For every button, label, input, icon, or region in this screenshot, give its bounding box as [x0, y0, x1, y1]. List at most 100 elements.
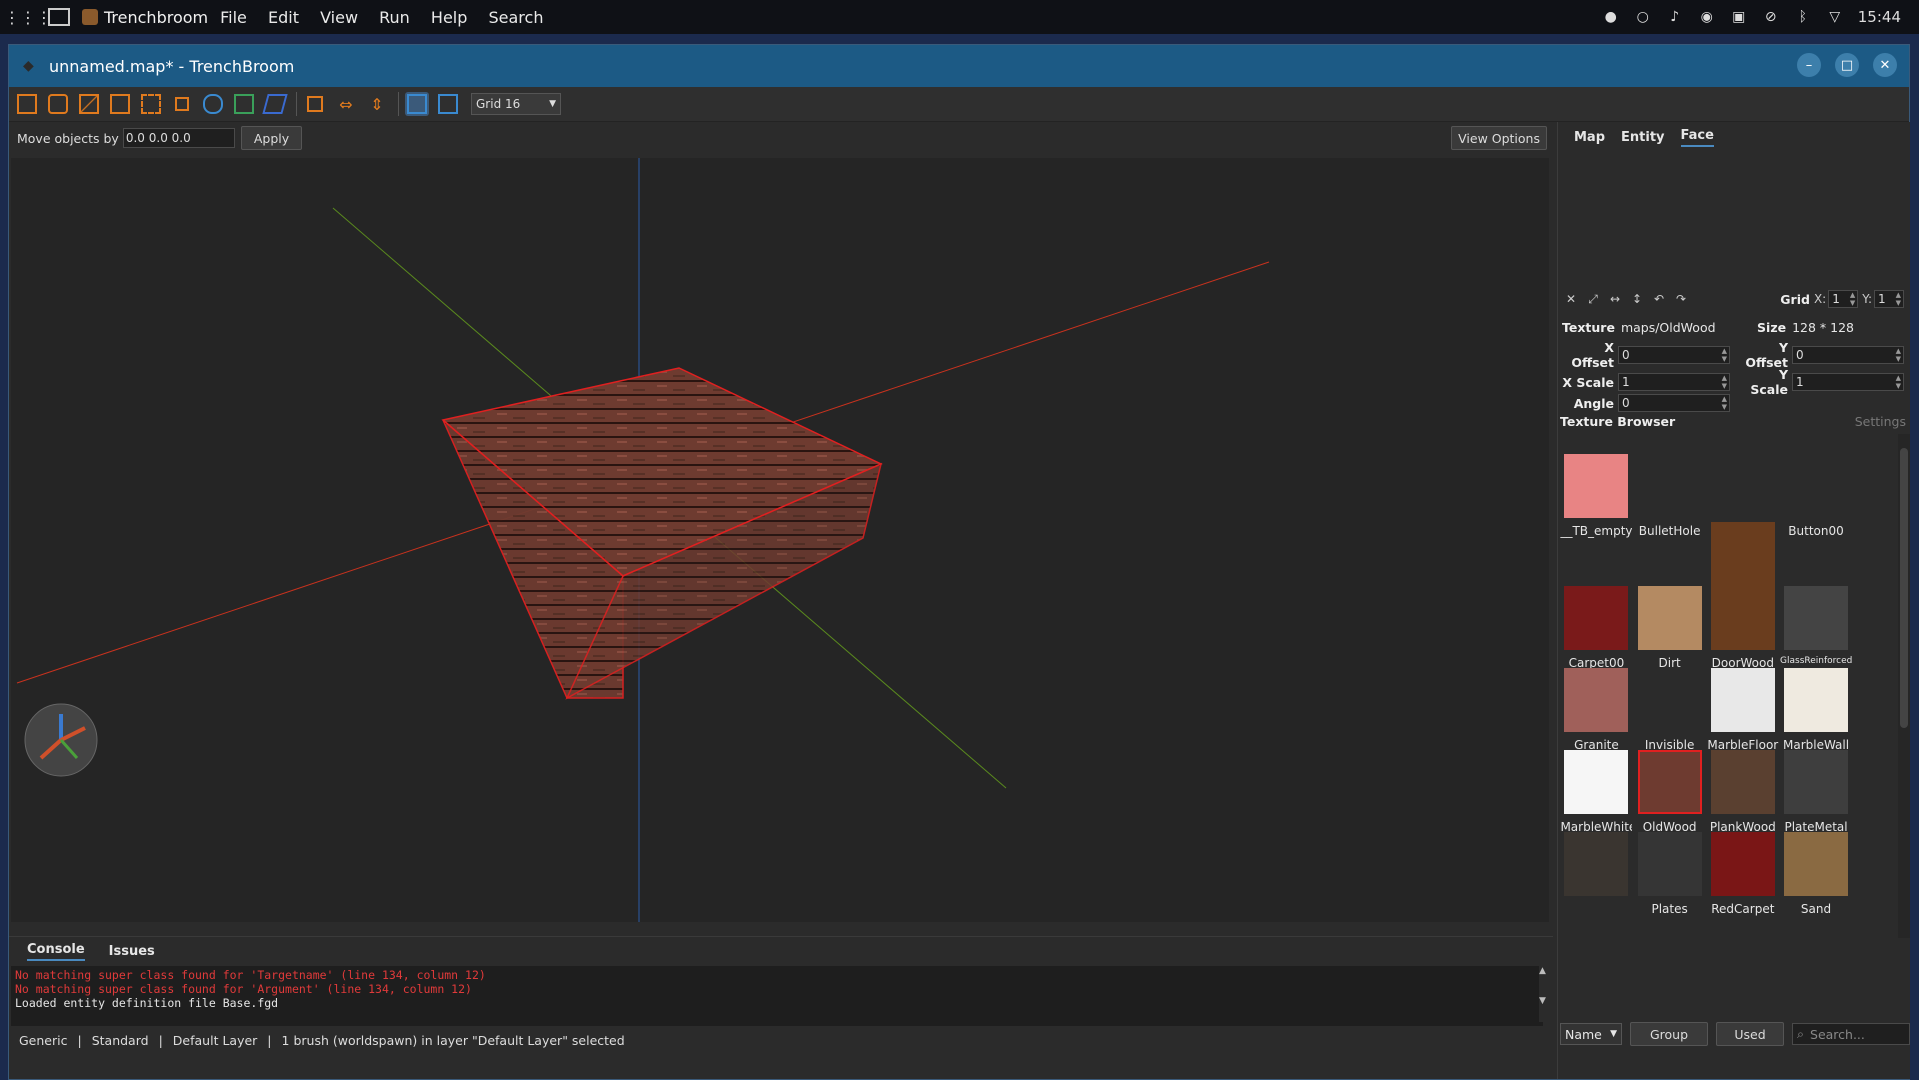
inspector-panel: Map Entity Face ✕ ⤢ ↔ ↕ ↶ ↷ Grid X: 1 ▲ ▼ … [1557, 122, 1910, 1079]
face-tool-icon[interactable] [170, 92, 194, 116]
texture-scrollbar[interactable] [1898, 434, 1910, 938]
wifi-icon[interactable]: ▽ [1826, 9, 1844, 25]
tab-console[interactable]: Console [27, 942, 85, 961]
tab-entity[interactable]: Entity [1621, 130, 1665, 145]
y-offset-input[interactable]: 0 ▲ ▼ [1792, 346, 1904, 364]
window-switch-icon[interactable] [48, 8, 70, 26]
close-button[interactable]: ✕ [1873, 53, 1897, 77]
texture-name: __TB_empty [1560, 524, 1633, 538]
new-brush-tool-icon[interactable] [15, 92, 39, 116]
texture-item[interactable]: PlateMetal [1780, 750, 1852, 834]
texture-item[interactable]: __TB_empty [1560, 454, 1632, 538]
group-button[interactable]: Group [1630, 1022, 1708, 1046]
drop-icon[interactable]: ● [1602, 9, 1620, 25]
bell-icon[interactable]: ♪ [1666, 9, 1684, 25]
texture-thumbnail [1784, 586, 1849, 650]
texture-thumbnail [1710, 522, 1775, 650]
texture-thumbnail [1637, 586, 1702, 650]
reset-alignment-icon[interactable]: ⤢ [1584, 292, 1602, 307]
texture-item[interactable]: OldWood [1634, 750, 1706, 834]
texture-item[interactable]: Dirt [1634, 586, 1706, 670]
texture-item[interactable]: GlassReinforced [1780, 586, 1852, 666]
apply-button[interactable]: Apply [240, 126, 303, 150]
texture-value: maps/OldWood [1620, 320, 1716, 335]
tab-issues[interactable]: Issues [109, 944, 155, 959]
rotate-cw-icon[interactable]: ↷ [1672, 292, 1690, 306]
shear-tool-icon[interactable] [262, 92, 288, 116]
menu-view[interactable]: View [320, 8, 358, 27]
console-tab-bar: Console Issues [9, 936, 1553, 965]
menu-search[interactable]: Search [489, 8, 544, 27]
x-offset-label: X Offset [1571, 340, 1614, 370]
x-offset-input[interactable]: 0 ▲ ▼ [1618, 346, 1730, 364]
tab-face[interactable]: Face [1680, 128, 1714, 147]
texture-item[interactable]: MarbleWhite [1560, 750, 1632, 834]
texture-item[interactable]: RedCarpet [1707, 832, 1779, 916]
texture-label: Texture [1562, 320, 1615, 335]
flip-vertical-icon[interactable]: ⇕ [365, 92, 389, 116]
angle-label: Angle [1573, 395, 1614, 411]
menu-edit[interactable]: Edit [268, 8, 299, 27]
scale-tool-icon[interactable] [232, 92, 256, 116]
rotate-tool-icon[interactable] [201, 92, 225, 116]
texture-item[interactable]: PlankWood [1707, 750, 1779, 834]
duplicate-icon[interactable] [303, 92, 327, 116]
tab-map[interactable]: Map [1574, 130, 1605, 145]
texture-item[interactable]: DoorWood [1707, 522, 1779, 670]
menu-file[interactable]: File [220, 8, 247, 27]
minimize-button[interactable]: – [1797, 53, 1821, 77]
clock[interactable]: 15:44 [1858, 8, 1901, 26]
texture-thumbnail [1710, 832, 1775, 896]
texture-item[interactable]: MarbleWall [1780, 668, 1852, 752]
texture-thumbnail [1637, 668, 1702, 732]
x-scale-input[interactable]: 1 ▲ ▼ [1618, 373, 1730, 391]
move-objects-bar: Move objects by Apply View Options [9, 122, 1553, 154]
maximize-button[interactable]: □ [1835, 53, 1859, 77]
sort-select[interactable]: Name ▼ [1560, 1023, 1622, 1045]
texture-thumbnail [1564, 586, 1629, 650]
texture-item[interactable]: Invisible [1634, 668, 1706, 752]
texture-item[interactable]: Granite [1560, 668, 1632, 752]
y-scale-input[interactable]: 1 ▲ ▼ [1792, 373, 1904, 391]
discord-icon[interactable]: ◉ [1698, 9, 1716, 25]
clip-tool-icon[interactable] [77, 92, 101, 116]
flip-v-icon[interactable]: ↕ [1628, 292, 1646, 306]
menu-help[interactable]: Help [431, 8, 467, 27]
used-button[interactable]: Used [1716, 1022, 1784, 1046]
settings-link[interactable]: Settings [1855, 414, 1906, 429]
flip-horizontal-icon[interactable]: ⇔ [334, 92, 358, 116]
texture-item[interactable] [1560, 832, 1632, 902]
app-menu[interactable]: Trenchbroom [82, 8, 208, 27]
view-options-button[interactable]: View Options [1451, 126, 1547, 150]
texture-item[interactable]: BulletHole [1634, 454, 1706, 538]
texture-item[interactable]: Plates [1634, 832, 1706, 916]
texture-item[interactable]: MarbleFloor [1707, 668, 1779, 752]
texture-item[interactable]: Carpet00 [1560, 586, 1632, 670]
menu-run[interactable]: Run [379, 8, 410, 27]
texture-lock-icon[interactable] [405, 92, 429, 116]
vertex-tool-icon[interactable] [108, 92, 132, 116]
flip-h-icon[interactable]: ↔ [1606, 292, 1624, 306]
clipboard-icon[interactable]: ▣ [1730, 9, 1748, 25]
app-grid-icon[interactable]: ⋮⋮⋮ [4, 8, 52, 27]
grid-x-input[interactable]: 1 ▲ ▼ [1828, 290, 1859, 308]
texture-item[interactable]: Button00 [1780, 454, 1852, 538]
texture-search-input[interactable]: ⌕ Search... [1792, 1023, 1910, 1045]
reset-icon[interactable]: ✕ [1562, 292, 1580, 306]
bluetooth-icon[interactable]: ᛒ [1794, 9, 1812, 25]
grid-y-input[interactable]: 1 ▲ ▼ [1874, 290, 1904, 308]
texture-item[interactable]: Sand [1780, 832, 1852, 916]
title-bar[interactable]: ◆ unnamed.map* - TrenchBroom – □ ✕ [9, 45, 1909, 87]
edge-tool-icon[interactable] [139, 92, 163, 116]
polygon-tool-icon[interactable] [46, 92, 70, 116]
grid-size-select[interactable]: Grid 16 ▼ [471, 93, 561, 115]
console-scrollbar[interactable]: ▲ ▼ [1539, 966, 1553, 1022]
3d-viewport[interactable] [11, 158, 1549, 922]
move-objects-input[interactable] [122, 128, 235, 148]
uv-lock-icon[interactable] [436, 92, 460, 116]
viewport-scene[interactable] [11, 158, 1549, 922]
circle-icon[interactable]: ○ [1634, 9, 1652, 25]
console-output[interactable]: No matching super class found for 'Targe… [11, 966, 1543, 1026]
rotate-ccw-icon[interactable]: ↶ [1650, 292, 1668, 306]
mute-icon[interactable]: ⊘ [1762, 9, 1780, 25]
